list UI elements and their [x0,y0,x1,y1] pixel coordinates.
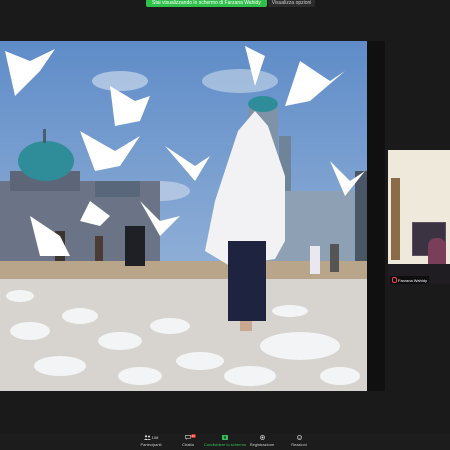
shared-screen[interactable] [0,41,367,391]
share-screen-button[interactable]: Condividere lo schermo [203,433,247,450]
participant-name: Farzana Wahidy [398,277,427,283]
sharing-status-label: Stai visualizzando lo schermo di Farzana… [146,0,267,7]
share-screen-icon [222,435,228,440]
reactions-icon [296,435,302,440]
meeting-toolbar: 108 Partecipanti 26 Chatta Condividere l… [0,433,450,450]
participants-icon [143,435,151,440]
participants-label: Partecipanti [140,442,162,447]
record-icon [259,435,265,440]
reactions-button[interactable]: Reazioni [281,433,318,450]
chat-button[interactable]: 26 Chatta [170,433,207,450]
screen-share-banner: Stai visualizzando lo schermo di Farzana… [146,0,316,7]
record-label: Registrazione [249,442,275,447]
background-door [391,178,400,260]
participants-count: 108 [151,435,159,440]
participants-button[interactable]: 108 Partecipanti [133,433,170,450]
shared-photo [0,41,367,391]
view-options-button[interactable]: Visualizza opzioni [267,0,316,7]
chat-unread-badge: 26 [190,434,196,438]
participant-name-tag: Farzana Wahidy [390,276,429,284]
share-screen-label: Condividere lo schermo [203,442,247,447]
chat-label: Chatta [182,442,194,447]
screen-edge [367,41,385,391]
record-button[interactable]: Registrazione [244,433,281,450]
mic-muted-icon [392,277,397,283]
reactions-label: Reazioni [291,442,307,447]
participant-figure [428,238,446,266]
participant-video-tile[interactable] [388,150,450,284]
